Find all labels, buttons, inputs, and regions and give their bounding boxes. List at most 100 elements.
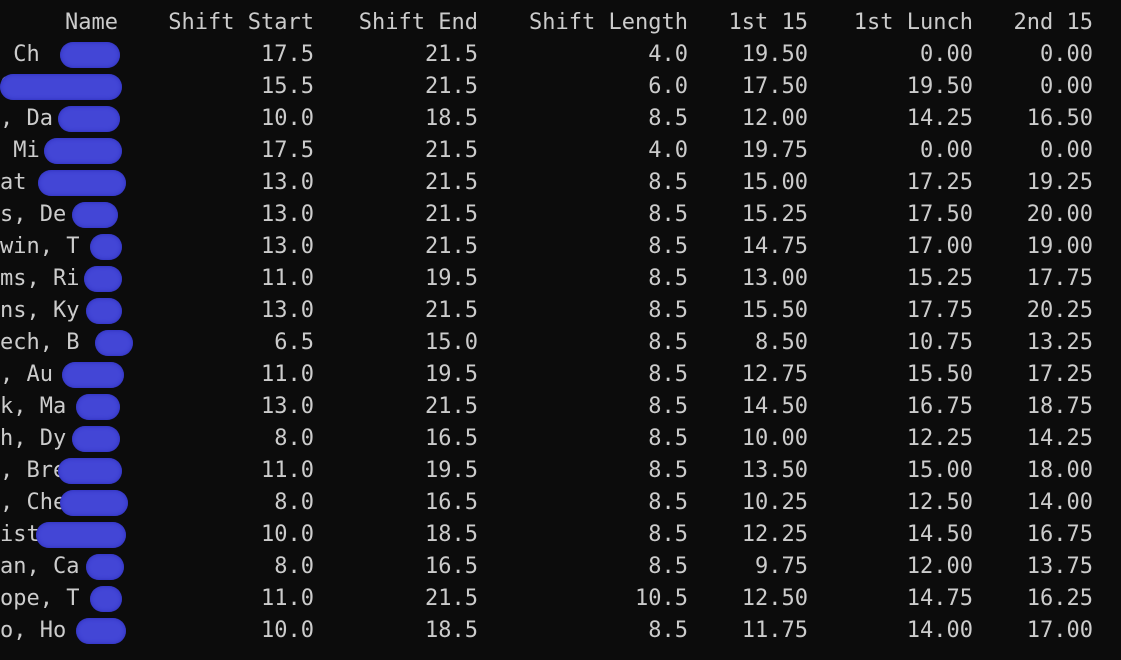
cell-shift-length: 8.5 xyxy=(648,394,688,419)
cell-shift-length: 8.5 xyxy=(648,202,688,227)
cell-first-lunch: 14.00 xyxy=(906,618,973,643)
cell-shift-end: 15.0 xyxy=(425,330,478,355)
cell-first-15: 12.50 xyxy=(741,586,808,611)
cell-first-15: 13.50 xyxy=(741,458,808,483)
cell-shift-start: 6.5 xyxy=(274,330,314,355)
redaction-mark xyxy=(84,266,122,292)
cell-shift-start: 10.0 xyxy=(261,522,314,547)
cell-first-15: 12.75 xyxy=(741,362,808,387)
cell-shift-start: 13.0 xyxy=(261,394,314,419)
cell-second-15: 0.00 xyxy=(1040,74,1093,99)
table-row: k, Ma 13.0 21.5 8.5 14.50 16.75 18.75 xyxy=(0,391,1121,423)
header-shift-length: Shift Length xyxy=(529,10,688,35)
cell-first-lunch: 14.25 xyxy=(906,106,973,131)
cell-first-lunch: 17.00 xyxy=(906,234,973,259)
cell-shift-length: 8.5 xyxy=(648,458,688,483)
table-row: , Da 10.0 18.5 8.5 12.00 14.25 16.50 xyxy=(0,103,1121,135)
header-name: Name xyxy=(65,10,118,35)
header-shift-end: Shift End xyxy=(358,10,478,35)
cell-shift-end: 21.5 xyxy=(425,298,478,323)
cell-shift-end: 16.5 xyxy=(425,426,478,451)
cell-shift-start: 11.0 xyxy=(261,458,314,483)
cell-first-lunch: 17.50 xyxy=(906,202,973,227)
cell-shift-end: 21.5 xyxy=(425,234,478,259)
cell-first-lunch: 0.00 xyxy=(920,138,973,163)
cell-shift-end: 21.5 xyxy=(425,202,478,227)
redaction-mark xyxy=(60,490,128,516)
cell-second-15: 16.50 xyxy=(1026,106,1093,131)
redaction-mark xyxy=(36,522,126,548)
cell-first-lunch: 15.00 xyxy=(906,458,973,483)
cell-second-15: 13.75 xyxy=(1026,554,1093,579)
cell-shift-length: 8.5 xyxy=(648,554,688,579)
cell-first-15: 19.75 xyxy=(741,138,808,163)
cell-shift-end: 19.5 xyxy=(425,458,478,483)
header-second-15: 2nd 15 xyxy=(1013,10,1093,35)
cell-second-15: 20.25 xyxy=(1026,298,1093,323)
cell-first-15: 9.75 xyxy=(755,554,808,579)
cell-first-15: 12.00 xyxy=(741,106,808,131)
cell-shift-length: 8.5 xyxy=(648,490,688,515)
header-first-lunch: 1st Lunch xyxy=(853,10,973,35)
redaction-mark xyxy=(86,554,124,580)
cell-shift-start: 8.0 xyxy=(274,426,314,451)
cell-shift-length: 6.0 xyxy=(648,74,688,99)
table-row: at 13.0 21.5 8.5 15.00 17.25 19.25 xyxy=(0,167,1121,199)
cell-shift-end: 18.5 xyxy=(425,522,478,547)
cell-second-15: 17.75 xyxy=(1026,266,1093,291)
table-row: ist 10.0 18.5 8.5 12.25 14.50 16.75 xyxy=(0,519,1121,551)
cell-first-15: 13.00 xyxy=(741,266,808,291)
cell-shift-start: 17.5 xyxy=(261,42,314,67)
table-row: , Au 11.0 19.5 8.5 12.75 15.50 17.25 xyxy=(0,359,1121,391)
cell-shift-end: 21.5 xyxy=(425,586,478,611)
cell-shift-length: 8.5 xyxy=(648,426,688,451)
cell-first-15: 14.75 xyxy=(741,234,808,259)
cell-shift-length: 8.5 xyxy=(648,362,688,387)
redaction-mark xyxy=(72,426,120,452)
cell-first-15: 8.50 xyxy=(755,330,808,355)
cell-second-15: 17.25 xyxy=(1026,362,1093,387)
redaction-mark xyxy=(95,330,133,356)
redaction-mark xyxy=(58,458,122,484)
cell-shift-end: 19.5 xyxy=(425,362,478,387)
table-row: ech, B 6.5 15.0 8.5 8.50 10.75 13.25 xyxy=(0,327,1121,359)
cell-shift-length: 10.5 xyxy=(635,586,688,611)
table-row: an, Ca 8.0 16.5 8.5 9.75 12.00 13.75 xyxy=(0,551,1121,583)
cell-shift-length: 8.5 xyxy=(648,298,688,323)
cell-shift-end: 18.5 xyxy=(425,106,478,131)
redaction-mark xyxy=(44,138,122,164)
cell-shift-start: 10.0 xyxy=(261,618,314,643)
redaction-mark xyxy=(62,362,124,388)
cell-first-15: 15.00 xyxy=(741,170,808,195)
cell-second-15: 14.25 xyxy=(1026,426,1093,451)
cell-shift-start: 10.0 xyxy=(261,106,314,131)
cell-first-15: 19.50 xyxy=(741,42,808,67)
cell-shift-end: 21.5 xyxy=(425,138,478,163)
redaction-mark xyxy=(76,618,126,644)
redaction-mark xyxy=(90,586,122,612)
cell-shift-start: 8.0 xyxy=(274,554,314,579)
cell-second-15: 14.00 xyxy=(1026,490,1093,515)
terminal-window[interactable]: Name Shift Start Shift End Shift Length … xyxy=(0,0,1121,660)
redaction-mark xyxy=(58,106,120,132)
cell-shift-end: 16.5 xyxy=(425,490,478,515)
table-row: Ch 17.5 21.5 4.0 19.50 0.00 0.00 xyxy=(0,39,1121,71)
table-row: ms, Ri 11.0 19.5 8.5 13.00 15.25 17.75 xyxy=(0,263,1121,295)
cell-first-lunch: 14.50 xyxy=(906,522,973,547)
cell-shift-start: 11.0 xyxy=(261,266,314,291)
cell-shift-length: 8.5 xyxy=(648,170,688,195)
table-row: ope, T 11.0 21.5 10.5 12.50 14.75 16.25 xyxy=(0,583,1121,615)
cell-shift-end: 21.5 xyxy=(425,394,478,419)
cell-shift-length: 8.5 xyxy=(648,266,688,291)
cell-first-lunch: 12.25 xyxy=(906,426,973,451)
cell-second-15: 18.00 xyxy=(1026,458,1093,483)
cell-shift-end: 21.5 xyxy=(425,170,478,195)
cell-second-15: 16.25 xyxy=(1026,586,1093,611)
cell-shift-length: 8.5 xyxy=(648,618,688,643)
cell-second-15: 19.25 xyxy=(1026,170,1093,195)
cell-shift-start: 15.5 xyxy=(261,74,314,99)
cell-shift-length: 8.5 xyxy=(648,234,688,259)
cell-first-15: 11.75 xyxy=(741,618,808,643)
cell-shift-length: 8.5 xyxy=(648,330,688,355)
cell-shift-start: 13.0 xyxy=(261,298,314,323)
